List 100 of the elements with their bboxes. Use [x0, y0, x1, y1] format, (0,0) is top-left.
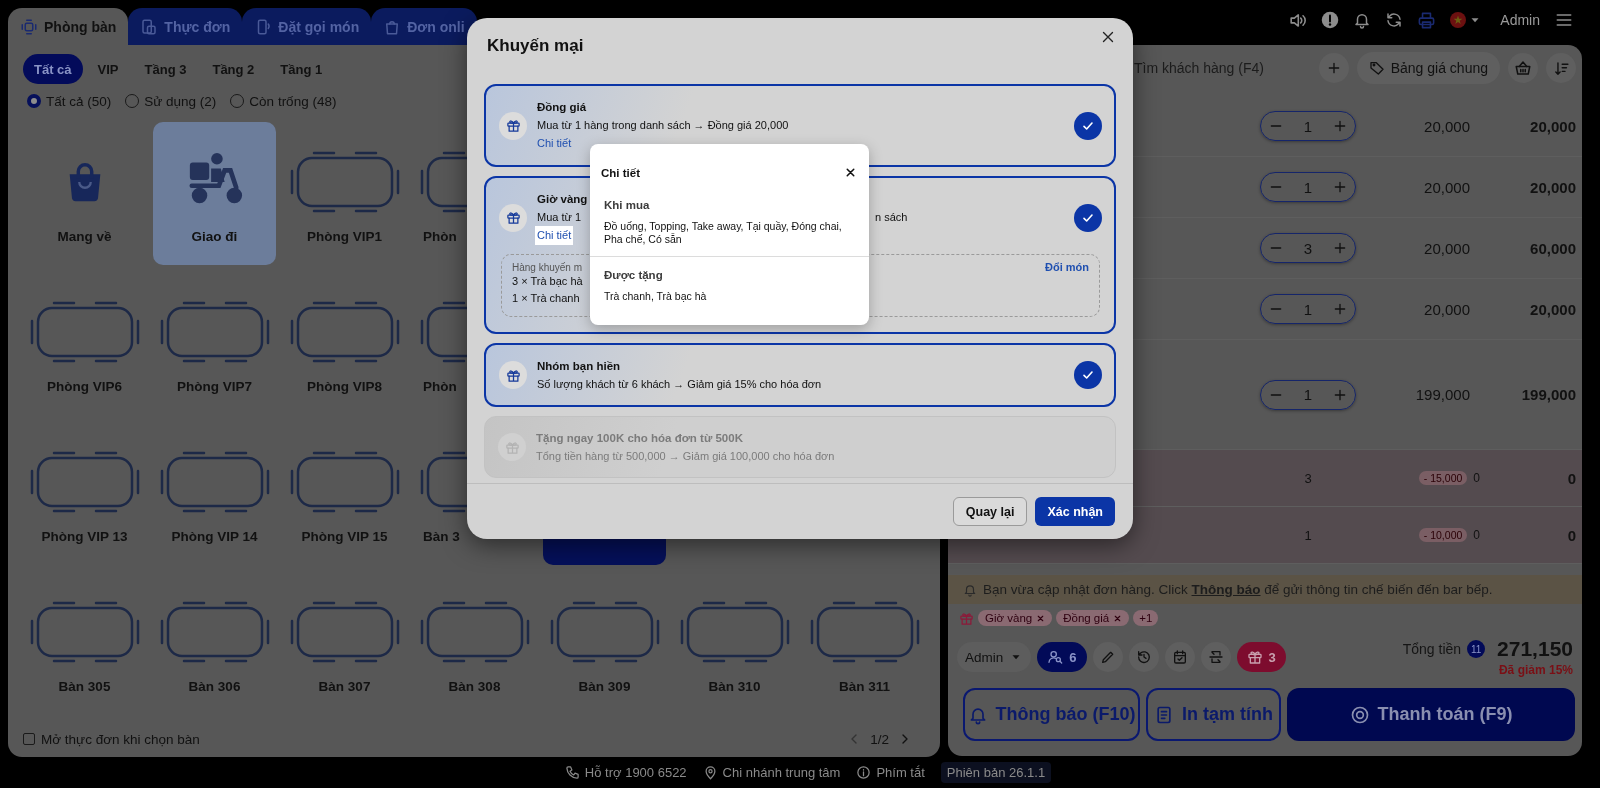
table-icon — [289, 301, 400, 363]
table-card[interactable]: Bàn 311 — [803, 572, 926, 715]
check-icon[interactable] — [1074, 111, 1102, 140]
history-icon — [1135, 649, 1152, 665]
detail-link[interactable]: Chi tiết — [535, 134, 574, 153]
gift-icon — [505, 118, 521, 133]
table-card[interactable]: Bàn 307 — [283, 572, 406, 715]
detail-link[interactable]: Chi tiết — [535, 226, 574, 245]
line-total: 60,000 — [1529, 239, 1576, 257]
notice-link[interactable]: Thông báo — [1191, 582, 1261, 597]
footer-link[interactable]: Hỗ trợ 1900 6522 — [584, 765, 687, 780]
filter-tab[interactable]: Tầng 2 — [201, 54, 266, 84]
split-button[interactable] — [1200, 642, 1231, 672]
back-button[interactable]: Quay lại — [952, 497, 1028, 526]
section-heading: Khi mua — [604, 199, 651, 211]
table-icon — [29, 301, 140, 363]
checkbox-icon[interactable] — [23, 733, 35, 745]
change-item-link[interactable]: Đổi món — [1045, 261, 1089, 273]
promotion-title: Nhóm bạn hiền — [537, 359, 621, 375]
table-card[interactable]: Phòng VIP 15 — [283, 422, 406, 565]
printer-icon[interactable] — [1417, 10, 1437, 30]
table-card[interactable]: Bàn 308 — [413, 572, 536, 715]
add-customer-button[interactable] — [1318, 53, 1349, 83]
status-radio[interactable]: Sử dụng (2) — [121, 93, 217, 109]
edit-button[interactable] — [1092, 642, 1123, 672]
info-icon — [856, 765, 872, 780]
promotion-tag[interactable]: Giờ vàng — [978, 610, 1053, 626]
promotion-title: Giờ vàng — [537, 192, 588, 207]
promotion-card[interactable]: Nhóm bạn hiền Số lượng khách từ 6 khách → Giảm giá 15% cho hóa đơn — [484, 343, 1116, 407]
footer-link[interactable]: Chi nhánh trung tâm — [722, 765, 841, 780]
quantity-value: 1 — [1303, 527, 1313, 543]
filter-tab[interactable]: Tầng 3 — [133, 54, 198, 84]
table-card[interactable]: Bàn 310 — [673, 572, 796, 715]
table-card[interactable]: Phòng VIP8 — [283, 272, 406, 415]
filter-tab[interactable]: Tầng 1 — [269, 54, 334, 84]
table-icon — [549, 601, 660, 663]
total-amount: 271,150 — [1497, 637, 1573, 661]
plus-icon[interactable] — [1332, 118, 1348, 134]
table-card[interactable]: Phòng VIP 14 — [153, 422, 276, 565]
alert-icon[interactable] — [1321, 11, 1340, 29]
filter-tab[interactable]: VIP — [86, 54, 130, 84]
quantity-value: 3 — [1303, 470, 1313, 486]
nav-tab[interactable]: Đặt gọi món — [242, 8, 372, 45]
table-card[interactable]: Phòng VIP 13 — [23, 422, 146, 565]
sort-button[interactable] — [1546, 53, 1576, 83]
line-total: 20,000 — [1529, 178, 1576, 196]
phone-icon — [564, 765, 580, 780]
gift-item: 1 × Trà chanh — [512, 291, 580, 306]
action-button[interactable]: Thông báo (F10) — [963, 688, 1140, 741]
filter-tab[interactable]: Tất cả — [23, 54, 83, 84]
basket-button[interactable] — [1508, 53, 1538, 83]
table-card[interactable]: Phòng VIP1 — [283, 122, 406, 265]
table-card[interactable]: Giao đi — [153, 122, 276, 265]
table-card[interactable]: Bàn 309 — [543, 572, 666, 715]
nav-tab[interactable]: Đơn onli — [371, 8, 477, 45]
quantity-value: 1 — [1303, 178, 1313, 196]
price-list-button[interactable]: Bảng giá chung — [1356, 52, 1500, 84]
action-button[interactable]: Thanh toán (F9) — [1287, 688, 1575, 741]
open-menu-checkbox[interactable]: Mở thực đơn khi chọn bàn — [23, 731, 200, 747]
schedule-button[interactable] — [1164, 642, 1195, 672]
gift-icon — [504, 439, 520, 455]
table-icon — [159, 301, 270, 363]
history-button[interactable] — [1128, 642, 1159, 672]
more-tag[interactable]: +1 — [1133, 610, 1159, 626]
table-icon — [159, 601, 270, 663]
popover-title: Chi tiết — [601, 166, 640, 179]
plus-icon[interactable] — [1332, 240, 1348, 256]
total-label: Tổng tiền — [1402, 641, 1462, 657]
table-card[interactable]: Bàn 305 — [23, 572, 146, 715]
promotion-tag[interactable]: Đồng giá — [1056, 610, 1130, 626]
staff-dropdown[interactable]: Admin — [957, 642, 1032, 672]
table-card[interactable]: Phòng VIP7 — [153, 272, 276, 415]
table-icon — [419, 601, 530, 663]
check-icon[interactable] — [1074, 203, 1102, 232]
quantity-value: 1 — [1303, 386, 1313, 403]
close-icon[interactable] — [844, 166, 857, 179]
status-radio[interactable]: Tất cả (50) — [23, 93, 112, 109]
table-card[interactable]: Phòng VIP6 — [23, 272, 146, 415]
status-radio[interactable]: Còn trống (48) — [226, 93, 337, 109]
refresh-icon[interactable] — [1385, 11, 1404, 29]
table-icon — [159, 451, 270, 513]
bell-icon[interactable] — [1353, 11, 1372, 29]
nav-tab[interactable]: Phòng bàn — [8, 8, 129, 45]
check-icon[interactable] — [1074, 361, 1102, 389]
radio-icon[interactable] — [27, 94, 41, 108]
promotion-button[interactable]: 3 — [1236, 642, 1286, 672]
plus-icon[interactable] — [1332, 301, 1348, 317]
page-indicator: 1/2 — [870, 731, 889, 747]
table-card[interactable]: Bàn 306 — [153, 572, 276, 715]
confirm-button[interactable]: Xác nhận — [1035, 497, 1115, 526]
gift-icon — [959, 610, 974, 626]
plus-icon[interactable] — [1332, 179, 1348, 195]
footer-link[interactable]: Phím tắt — [876, 765, 925, 780]
guest-button[interactable]: 6 — [1037, 642, 1087, 672]
gift-items-label: Hàng khuyến m — [512, 261, 583, 273]
version-label: Phiên bản 26.1.1 — [940, 762, 1052, 783]
action-button[interactable]: In tạm tính — [1146, 688, 1281, 741]
table-card[interactable]: Mang về — [23, 122, 146, 265]
nav-tab[interactable]: Thực đơn — [128, 8, 243, 45]
customer-search-field[interactable]: Tìm khách hàng (F4) — [1134, 53, 1311, 83]
